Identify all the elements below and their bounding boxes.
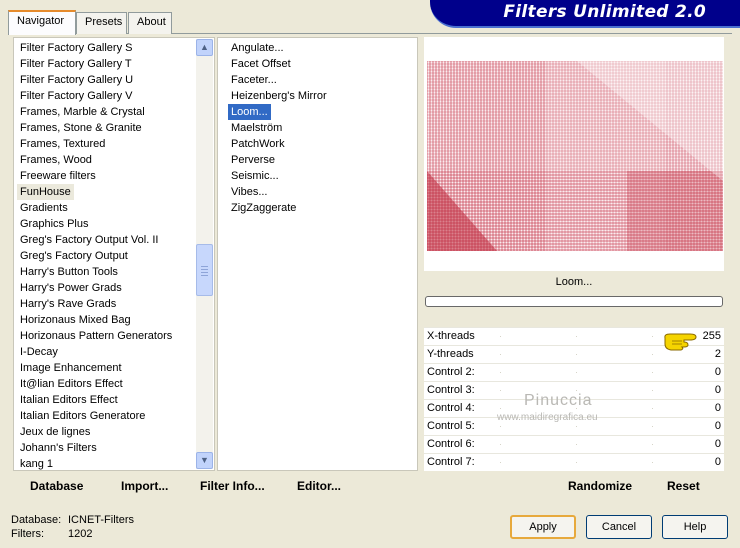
control-row[interactable]: Control 2: 0	[424, 363, 724, 381]
control-label: Y-threads	[427, 348, 474, 360]
control-label: Control 2:	[427, 366, 475, 378]
reset-button[interactable]: Reset	[667, 479, 700, 493]
category-item[interactable]: Greg's Factory Output Vol. II	[20, 232, 158, 248]
tab-presets[interactable]: Presets	[76, 12, 127, 34]
filter-item[interactable]: Faceter...	[231, 72, 277, 88]
filter-item[interactable]: PatchWork	[231, 136, 285, 152]
category-item[interactable]: Harry's Power Grads	[20, 280, 122, 296]
control-label: Control 4:	[427, 402, 475, 414]
control-value: 255	[702, 330, 721, 342]
pointing-hand-icon	[664, 333, 697, 351]
category-item[interactable]: Johann's Filters	[20, 440, 97, 456]
control-value: 0	[714, 402, 721, 414]
category-item[interactable]: Filter Factory Gallery V	[20, 88, 132, 104]
control-value: 0	[714, 456, 721, 468]
filter-item[interactable]: ZigZaggerate	[231, 200, 296, 216]
control-row[interactable]: Control 6: 0	[424, 435, 724, 453]
category-item[interactable]: Harry's Button Tools	[20, 264, 118, 280]
category-item[interactable]: Frames, Marble & Crystal	[20, 104, 145, 120]
category-item[interactable]: kang 1	[20, 456, 53, 472]
category-scrollbar[interactable]: ▲ ▼	[196, 39, 213, 469]
control-value: 0	[714, 366, 721, 378]
status-filters-label: Filters:	[11, 528, 44, 540]
banner-title: Filters Unlimited 2.0	[503, 2, 706, 22]
database-button[interactable]: Database	[30, 479, 83, 493]
category-item[interactable]: Filter Factory Gallery S	[20, 40, 132, 56]
preview-image	[427, 61, 723, 251]
control-row[interactable]: Control 7: 0	[424, 453, 724, 471]
status-database-label: Database:	[11, 514, 62, 526]
randomize-button[interactable]: Randomize	[568, 479, 632, 493]
category-item[interactable]: Freeware filters	[20, 168, 96, 184]
control-label: Control 7:	[427, 456, 475, 468]
category-item[interactable]: Jeux de lignes	[20, 424, 90, 440]
category-item[interactable]: Italian Editors Generatore	[20, 408, 145, 424]
category-item[interactable]: Frames, Wood	[20, 152, 92, 168]
filter-item[interactable]: Maelström	[231, 120, 282, 136]
tab-about[interactable]: About	[128, 12, 172, 34]
control-value: 0	[714, 420, 721, 432]
category-item[interactable]: Horizonaus Pattern Generators	[20, 328, 172, 344]
control-label: Control 6:	[427, 438, 475, 450]
category-item[interactable]: FunHouse	[17, 184, 74, 200]
preview-panel	[424, 37, 724, 271]
category-item[interactable]: Greg's Factory Output	[20, 248, 128, 264]
category-item[interactable]: Gradients	[20, 200, 68, 216]
category-item[interactable]: Italian Editors Effect	[20, 392, 118, 408]
control-label: Control 3:	[427, 384, 475, 396]
status-filters-value: 1202	[68, 528, 93, 540]
watermark-name: Pinuccia	[524, 392, 593, 409]
app-banner: Filters Unlimited 2.0	[430, 0, 740, 28]
scroll-up-arrow-icon[interactable]: ▲	[196, 39, 213, 56]
import-button[interactable]: Import...	[121, 479, 168, 493]
status-database-value: ICNET-Filters	[68, 514, 134, 526]
category-item[interactable]: Horizonaus Mixed Bag	[20, 312, 131, 328]
filter-item[interactable]: Seismic...	[231, 168, 279, 184]
control-label: X-threads	[427, 330, 475, 342]
control-value: 0	[714, 438, 721, 450]
progress-bar	[425, 296, 723, 307]
apply-button[interactable]: Apply	[510, 515, 576, 539]
category-list[interactable]: Filter Factory Gallery S Filter Factory G…	[13, 37, 215, 471]
category-item[interactable]: I-Decay	[20, 344, 58, 360]
filter-item[interactable]: Facet Offset	[231, 56, 291, 72]
help-button[interactable]: Help	[662, 515, 728, 539]
filter-list[interactable]: Angulate... Facet Offset Faceter... Heizenb…	[217, 37, 418, 471]
category-item[interactable]: Graphics Plus	[20, 216, 88, 232]
editor-button[interactable]: Editor...	[297, 479, 341, 493]
category-item[interactable]: Frames, Stone & Granite	[20, 120, 142, 136]
category-item[interactable]: Frames, Textured	[20, 136, 105, 152]
category-item[interactable]: Image Enhancement	[20, 360, 122, 376]
control-value: 2	[714, 348, 721, 360]
preview-filter-label: Loom...	[555, 276, 593, 288]
filter-item[interactable]: Angulate...	[231, 40, 284, 56]
filter-item[interactable]: Heizenberg's Mirror	[231, 88, 327, 104]
filter-item[interactable]: Loom...	[228, 104, 271, 120]
scroll-thumb[interactable]	[196, 244, 213, 296]
tab-navigator[interactable]: Navigator	[8, 10, 76, 35]
watermark-url: www.maidiregrafica.eu	[497, 412, 598, 423]
filter-item[interactable]: Vibes...	[231, 184, 268, 200]
control-label: Control 5:	[427, 420, 475, 432]
category-item[interactable]: Filter Factory Gallery U	[20, 72, 133, 88]
category-item[interactable]: Harry's Rave Grads	[20, 296, 116, 312]
category-item[interactable]: It@lian Editors Effect	[20, 376, 123, 392]
filter-info-button[interactable]: Filter Info...	[200, 479, 265, 493]
scroll-down-arrow-icon[interactable]: ▼	[196, 452, 213, 469]
category-item[interactable]: Filter Factory Gallery T	[20, 56, 132, 72]
control-value: 0	[714, 384, 721, 396]
cancel-button[interactable]: Cancel	[586, 515, 652, 539]
filter-item[interactable]: Perverse	[231, 152, 275, 168]
